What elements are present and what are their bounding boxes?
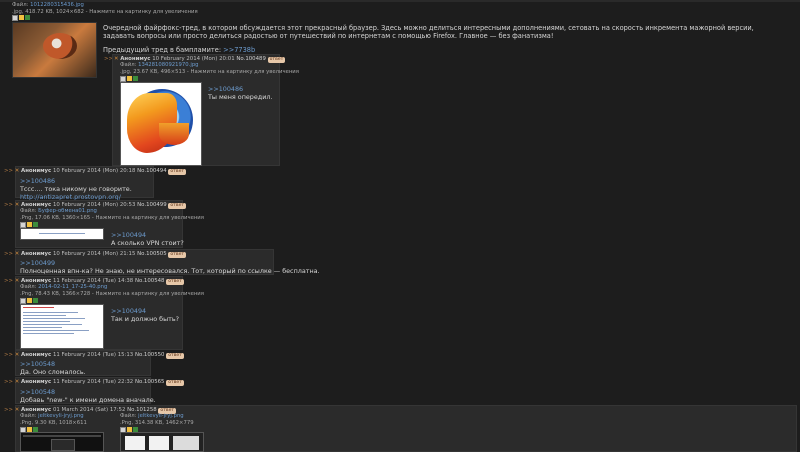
post-text: А сколько VPN стоит? <box>111 239 184 247</box>
quote-link[interactable]: >>100548 <box>20 360 55 368</box>
reply-arrow-icon: >> <box>4 352 14 358</box>
reply-button[interactable]: ответ <box>168 169 187 175</box>
post-body-100494: >>100486 Тссс.... тока никому не говорит… <box>20 177 132 201</box>
tineye-search-icon[interactable] <box>133 76 138 81</box>
image-search-icon[interactable] <box>120 75 126 82</box>
quote-link[interactable]: >>100486 <box>20 177 55 185</box>
reply-button[interactable]: ответ <box>168 252 187 258</box>
post-number-link[interactable]: 100505 <box>146 251 167 257</box>
file-info-101258-1: Файл: jeltkevyli-jryj.png .Png, 9.30 KB,… <box>20 413 87 426</box>
tineye-search-icon[interactable] <box>25 15 30 20</box>
reply-button[interactable]: ответ <box>166 353 184 359</box>
file-info-101258-2: Файл: jeltkevyli-jryj.png .Png, 314.38 K… <box>120 413 194 426</box>
post-number-link[interactable]: 100550 <box>144 352 165 358</box>
post-date: 10 February 2014 (Mon) 20:18 <box>52 168 136 174</box>
poster-name: Аноним <box>21 168 45 174</box>
file-label: Файл: <box>12 2 29 8</box>
post-body-100565: >>100548 Добавь "new-" к имени домена вн… <box>20 388 156 404</box>
file-link[interactable]: 2014-02-11_17-25-40.png <box>38 284 107 290</box>
post-header-100550: >> ✕ Анонимус 11 February 2014 (Tue) 15:… <box>4 352 184 359</box>
thumbnail-firefox-logo[interactable] <box>120 82 202 166</box>
delete-post-icon[interactable]: ✕ <box>15 168 20 174</box>
reply-button[interactable]: ответ <box>166 380 184 386</box>
post-text: Полноценная впн-ка? Не знаю, не интересо… <box>20 267 320 275</box>
delete-post-icon[interactable]: ✕ <box>114 56 119 62</box>
file-meta: .Png, 314.38 KB, 1462×779 <box>120 419 194 426</box>
post-date: 11 February 2014 (Tue) 22:32 <box>52 379 134 385</box>
op-file-meta: .jpg, 418.72 KB, 1024×682 - Нажмите на к… <box>12 8 198 15</box>
file-meta: .Png, 9.30 KB, 1018×611 <box>20 419 87 426</box>
post-header-100494: >> ✕ Анонимус 10 February 2014 (Mon) 20:… <box>4 168 187 175</box>
post-header-100505: >> ✕ Анонимус 10 February 2014 (Mon) 21:… <box>4 251 187 258</box>
file-info-100548: Файл: 2014-02-11_17-25-40.png .Png, 78.4… <box>20 284 204 297</box>
delete-post-icon[interactable]: ✕ <box>15 202 20 208</box>
thumbnail-browser-screenshot[interactable] <box>20 304 104 349</box>
post-body-100499: >>100494 А сколько VPN стоит? <box>111 231 184 247</box>
thumbnail-screenshot-2[interactable] <box>120 432 204 452</box>
delete-post-icon[interactable]: ✕ <box>15 379 20 385</box>
google-search-icon[interactable] <box>19 15 24 20</box>
post-text: Так и должно быть? <box>111 315 180 323</box>
poster-name: Аноним <box>21 251 45 257</box>
image-search-icon[interactable] <box>20 221 26 228</box>
poster-name: Аноним <box>21 352 45 358</box>
post-body-100548: >>100494 Так и должно быть? <box>111 307 179 323</box>
quote-link[interactable]: >>100494 <box>111 307 146 315</box>
poster-name: Аноним <box>21 379 45 385</box>
tineye-search-icon[interactable] <box>33 222 38 227</box>
google-search-icon[interactable] <box>27 222 32 227</box>
post-text: Добавь "new-" к имени домена вначале. <box>20 396 156 404</box>
post-date: 10 February 2014 (Mon) 21:15 <box>52 251 136 257</box>
google-search-icon[interactable] <box>127 76 132 81</box>
post-number-link[interactable]: 100565 <box>144 379 165 385</box>
delete-post-icon[interactable]: ✕ <box>15 407 20 413</box>
quote-link[interactable]: >>100486 <box>208 85 243 93</box>
post-date: 11 February 2014 (Tue) 15:13 <box>52 352 134 358</box>
post-number-link[interactable]: 100494 <box>146 168 167 174</box>
image-search-icon[interactable] <box>12 14 18 21</box>
op-paragraph: Очередной файрфокс-тред, в котором обсуж… <box>103 24 754 41</box>
tineye-search-icon[interactable] <box>33 298 38 303</box>
quote-link[interactable]: >>100548 <box>20 388 55 396</box>
post-body-100550: >>100548 Да. Оно сломалось. <box>20 360 86 376</box>
post-text: Тссс.... тока никому не говорите. <box>20 185 132 193</box>
file-info-100489: Файл: 134281080921970.jpg .jpg, 23.67 KB… <box>120 62 299 75</box>
file-meta: .Png, 78.43 KB, 1366×728 - Нажмите на ка… <box>20 290 204 297</box>
file-link[interactable]: Буфер-обмена01.png <box>38 208 97 214</box>
thumbnail-dark-screenshot[interactable] <box>20 432 104 452</box>
op-file-info: Файл: 1012280315436.jpg .jpg, 418.72 KB,… <box>12 2 198 15</box>
post-body-100505: >>100499 Полноценная впн-ка? Не знаю, не… <box>20 259 320 275</box>
post-body-100489: >>100486 Ты меня опередил. <box>208 85 272 101</box>
reply-arrow-icon: >> <box>4 168 14 174</box>
reply-arrow-icon: >> <box>4 379 14 385</box>
file-link[interactable]: jeltkevyli-jryj.png <box>38 413 84 419</box>
delete-post-icon[interactable]: ✕ <box>15 278 20 284</box>
file-info-100499: Файл: Буфер-обмена01.png .Png, 17.06 KB,… <box>20 208 204 221</box>
op-file-icons <box>12 14 31 22</box>
reply-arrow-icon: >> <box>4 251 14 257</box>
post-text: Ты меня опередил. <box>208 93 273 101</box>
delete-post-icon[interactable]: ✕ <box>15 352 20 358</box>
image-search-icon[interactable] <box>20 297 26 304</box>
file-meta: .Png, 17.06 KB, 1360×165 - Нажмите на ка… <box>20 214 204 221</box>
op-thumbnail-red-panda[interactable] <box>12 22 97 78</box>
google-search-icon[interactable] <box>27 298 32 303</box>
file-link[interactable]: jeltkevyli-jryj.png <box>138 413 184 419</box>
post-text: Да. Оно сломалось. <box>20 368 86 376</box>
reply-arrow-icon: >> <box>4 202 14 208</box>
post-header-100565: >> ✕ Анонимус 11 February 2014 (Tue) 22:… <box>4 379 184 386</box>
file-link[interactable]: 134281080921970.jpg <box>138 62 198 68</box>
quote-link[interactable]: >>100494 <box>111 231 146 239</box>
file-meta: .jpg, 23.67 KB, 496×513 - Нажмите на кар… <box>120 68 299 75</box>
op-file-link[interactable]: 1012280315436.jpg <box>30 2 84 8</box>
quote-link[interactable]: >>100499 <box>20 259 55 267</box>
delete-post-icon[interactable]: ✕ <box>15 251 20 257</box>
reply-arrow-icon: >> <box>4 278 14 284</box>
reply-arrow-icon: >> <box>4 407 14 413</box>
thumbnail-screenshot[interactable] <box>20 228 104 240</box>
